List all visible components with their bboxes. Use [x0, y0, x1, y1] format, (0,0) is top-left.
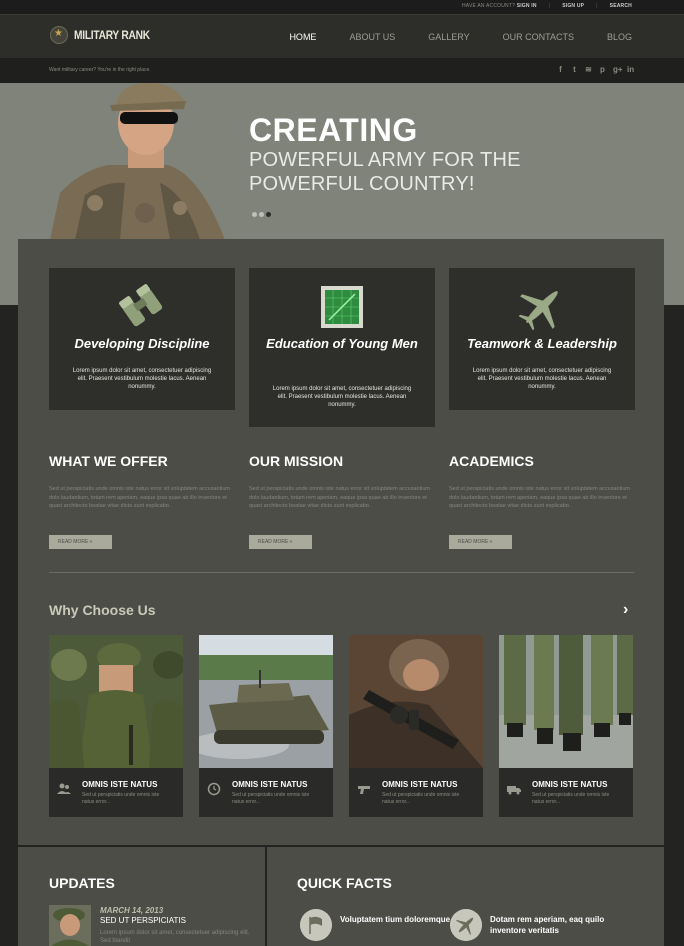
card-text: Sed ut perspiciatis unde omnis iste natu…	[232, 792, 310, 805]
read-more-button[interactable]: READ MORE »	[49, 535, 112, 549]
card-text: Sed ut perspiciatis unde omnis iste natu…	[532, 792, 610, 805]
jet-icon	[518, 291, 558, 331]
column-text: Sed ut perspiciatis unde omnis iste natu…	[49, 486, 230, 509]
slide-dot-active[interactable]	[266, 212, 271, 217]
nav-blog[interactable]: BLOG	[607, 32, 632, 42]
why-card[interactable]: OMNIS ISTE NATUS Sed ut perspiciatis und…	[199, 635, 333, 817]
soldier-image	[50, 83, 225, 240]
quick-facts-section: QUICK FACTS Voluptatem tium doloremque D…	[267, 847, 664, 946]
main-nav: HOME ABOUT US GALLERY OUR CONTACTS BLOG	[256, 32, 632, 42]
radar-icon	[321, 286, 363, 328]
pinterest-icon[interactable]: p	[599, 65, 606, 74]
tagline: Want military career? You're in the righ…	[49, 67, 151, 73]
star-badge-icon	[50, 26, 68, 44]
nav-about-us[interactable]: ABOUT US	[349, 32, 395, 42]
binoculars-icon	[119, 284, 163, 327]
read-more-button[interactable]: READ MORE »	[449, 535, 512, 549]
card-text: Sed ut perspiciatis unde omnis iste natu…	[382, 792, 460, 805]
column-text: Sed ut perspiciatis unde omnis iste natu…	[249, 486, 430, 509]
fact-text: Dotam rem aperiam, eaq quilo inventore v…	[490, 915, 605, 935]
hero-subtitle-line-2: POWERFUL COUNTRY!	[249, 173, 475, 195]
updates-section: UPDATES MARCH 14, 2013 SED UT PERSPICIAT…	[18, 847, 265, 946]
read-more-button[interactable]: READ MORE »	[249, 535, 312, 549]
feature-card-discipline[interactable]: Developing Discipline Lorem ipsum dolor …	[49, 268, 235, 410]
column-text: Sed ut perspiciatis unde omnis iste natu…	[449, 486, 630, 509]
signup-link[interactable]: SIGN UP	[562, 3, 584, 9]
tank-photo	[199, 635, 333, 768]
logo-text: Military Rank	[74, 28, 150, 42]
clock-icon	[207, 782, 221, 796]
account-signin-group: HAVE AN ACCOUNT? SIGN IN	[462, 3, 537, 9]
social-links: f t ≋ p g+ in	[557, 65, 634, 74]
soldiers-parade-photo	[49, 635, 183, 768]
signin-link[interactable]: SIGN IN	[517, 3, 537, 9]
nav-home[interactable]: HOME	[289, 32, 316, 42]
site-header: Military Rank HOME ABOUT US GALLERY OUR …	[0, 14, 684, 58]
why-choose-us-title: Why Choose Us	[49, 602, 156, 618]
why-card[interactable]: OMNIS ISTE NATUS Sed ut perspiciatis und…	[499, 635, 633, 817]
feature-card-teamwork[interactable]: Teamwork & Leadership Lorem ipsum dolor …	[449, 268, 635, 410]
update-text: Lorem ipsum dolor sit amet, consectetuer…	[100, 930, 250, 944]
rss-icon[interactable]: ≋	[585, 65, 592, 74]
card-title: OMNIS ISTE NATUS	[532, 780, 608, 789]
feature-title: Teamwork & Leadership	[467, 336, 617, 351]
google-plus-icon[interactable]: g+	[613, 65, 623, 74]
account-prefix: HAVE AN ACCOUNT?	[461, 3, 516, 9]
slider-pagination	[252, 212, 271, 217]
slide-dot[interactable]	[252, 212, 257, 217]
flag-icon	[300, 909, 332, 941]
column-title: ACADEMICS	[449, 453, 534, 469]
fact-item: Voluptatem tium doloremque	[300, 909, 470, 941]
feature-text: Lorem ipsum dolor sit amet, consectetuer…	[272, 386, 412, 408]
facebook-icon[interactable]: f	[557, 65, 564, 74]
truck-icon	[507, 786, 521, 795]
column-title: WHAT WE OFFER	[49, 453, 168, 469]
hero-subtitle: POWERFUL ARMY FOR THE POWERFUL COUNTRY!	[249, 148, 549, 196]
feature-text: Lorem ipsum dolor sit amet, consectetuer…	[472, 368, 612, 390]
why-card[interactable]: OMNIS ISTE NATUS Sed ut perspiciatis und…	[349, 635, 483, 817]
content-panel: Developing Discipline Lorem ipsum dolor …	[18, 239, 664, 845]
users-icon	[57, 783, 71, 794]
separator: |	[548, 3, 551, 9]
card-title: OMNIS ISTE NATUS	[82, 780, 158, 789]
column-academics: ACADEMICS Sed ut perspiciatis unde omnis…	[449, 453, 634, 549]
column-title: OUR MISSION	[249, 453, 344, 469]
section-divider	[49, 572, 634, 573]
twitter-icon[interactable]: t	[571, 65, 578, 74]
quick-facts-title: QUICK FACTS	[297, 875, 392, 891]
feature-text: Lorem ipsum dolor sit amet, consectetuer…	[72, 368, 212, 390]
separator: |	[596, 3, 598, 9]
rifleman-photo	[349, 635, 483, 768]
hero-subtitle-line-1: POWERFUL ARMY FOR THE	[249, 149, 521, 171]
feature-title: Education of Young Men	[266, 336, 418, 351]
linkedin-icon[interactable]: in	[627, 65, 634, 74]
carousel-next-icon[interactable]: ›	[623, 601, 628, 619]
slide-dot[interactable]	[259, 212, 264, 217]
pistol-icon	[358, 786, 370, 794]
updates-title: UPDATES	[49, 875, 115, 891]
feature-card-education[interactable]: Education of Young Men Lorem ipsum dolor…	[249, 268, 435, 427]
update-headline[interactable]: SED UT PERSPICIATIS	[100, 916, 186, 925]
site-logo[interactable]: Military Rank	[50, 26, 163, 44]
column-what-we-offer: WHAT WE OFFER Sed ut perspiciatis unde o…	[49, 453, 234, 549]
column-our-mission: OUR MISSION Sed ut perspiciatis unde omn…	[249, 453, 434, 549]
hero-title: CREATING	[249, 112, 418, 148]
top-account-bar: HAVE AN ACCOUNT? SIGN IN | SIGN UP | SEA…	[0, 0, 684, 14]
plane-icon	[450, 909, 482, 941]
tagline-bar: Want military career? You're in the righ…	[0, 58, 684, 83]
account-links: HAVE AN ACCOUNT? SIGN IN | SIGN UP | SEA…	[462, 3, 632, 9]
card-title: OMNIS ISTE NATUS	[232, 780, 308, 789]
update-date: MARCH 14, 2013	[100, 906, 164, 915]
update-thumbnail[interactable]	[49, 905, 91, 946]
search-link[interactable]: SEARCH	[610, 3, 632, 9]
card-title: OMNIS ISTE NATUS	[382, 780, 458, 789]
nav-our-contacts[interactable]: OUR CONTACTS	[503, 32, 574, 42]
card-text: Sed ut perspiciatis unde omnis iste natu…	[82, 792, 160, 805]
nav-gallery[interactable]: GALLERY	[428, 32, 469, 42]
feature-title: Developing Discipline	[74, 336, 210, 351]
why-card[interactable]: OMNIS ISTE NATUS Sed ut perspiciatis und…	[49, 635, 183, 817]
fact-item: Dotam rem aperiam, eaq quilo inventore v…	[450, 909, 620, 941]
marching-boots-photo	[499, 635, 633, 768]
